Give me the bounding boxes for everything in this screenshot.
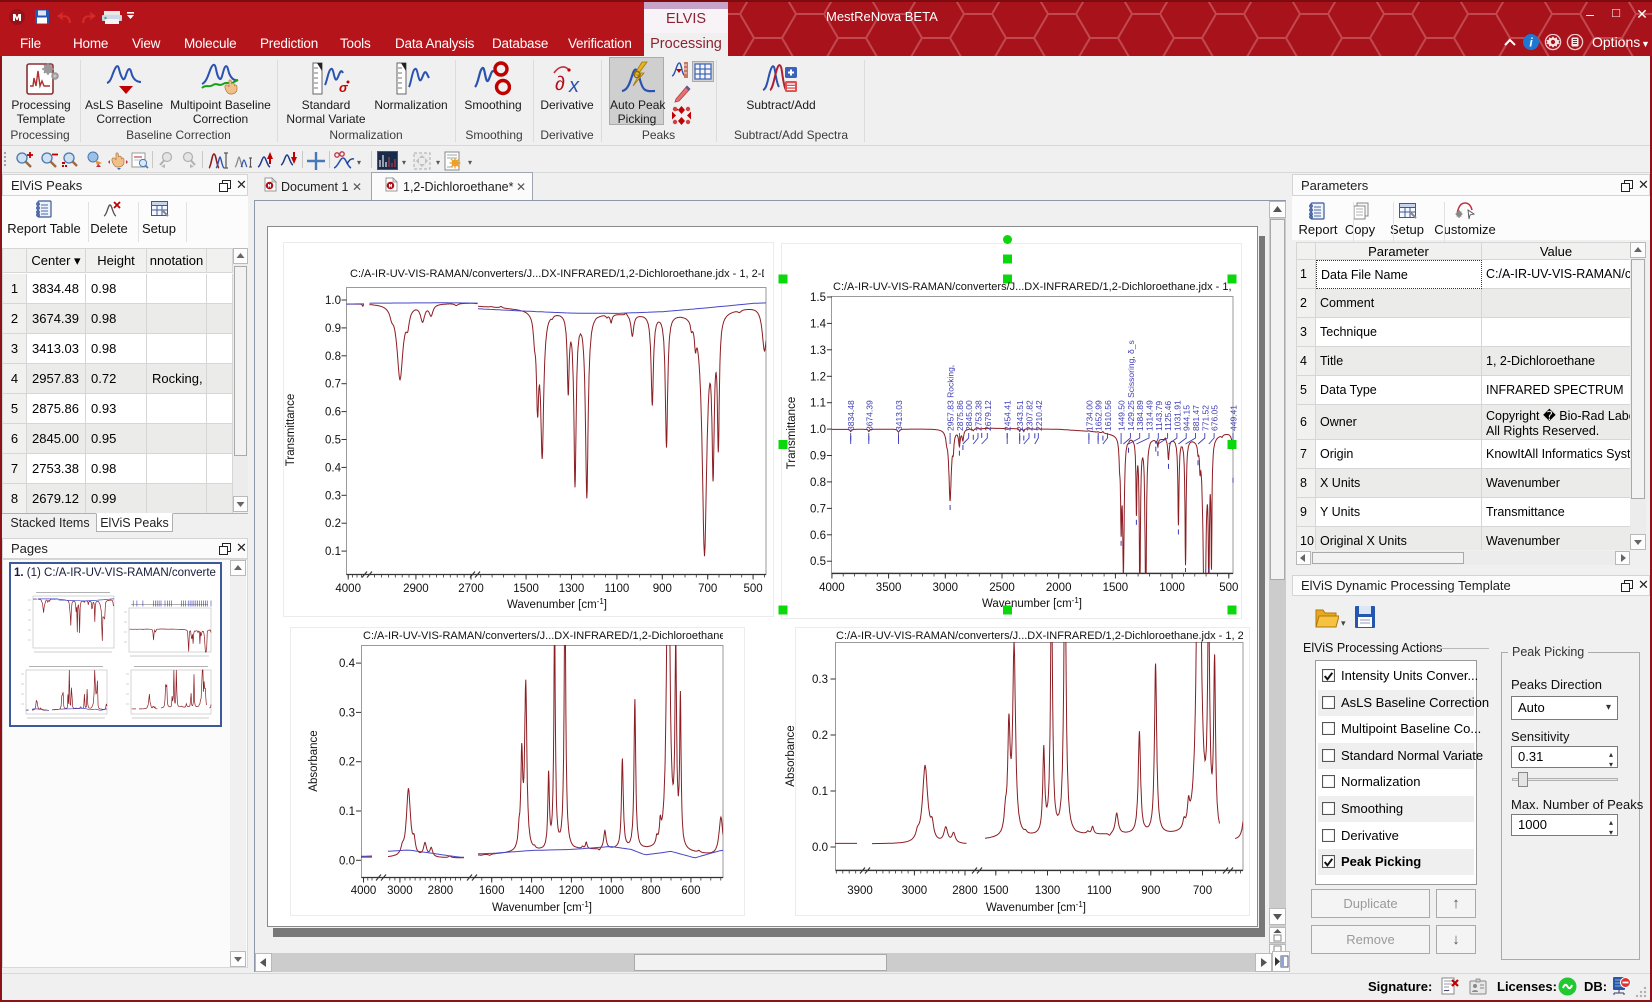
svg-text:x: x — [568, 75, 580, 95]
svg-text:∂: ∂ — [555, 73, 565, 95]
